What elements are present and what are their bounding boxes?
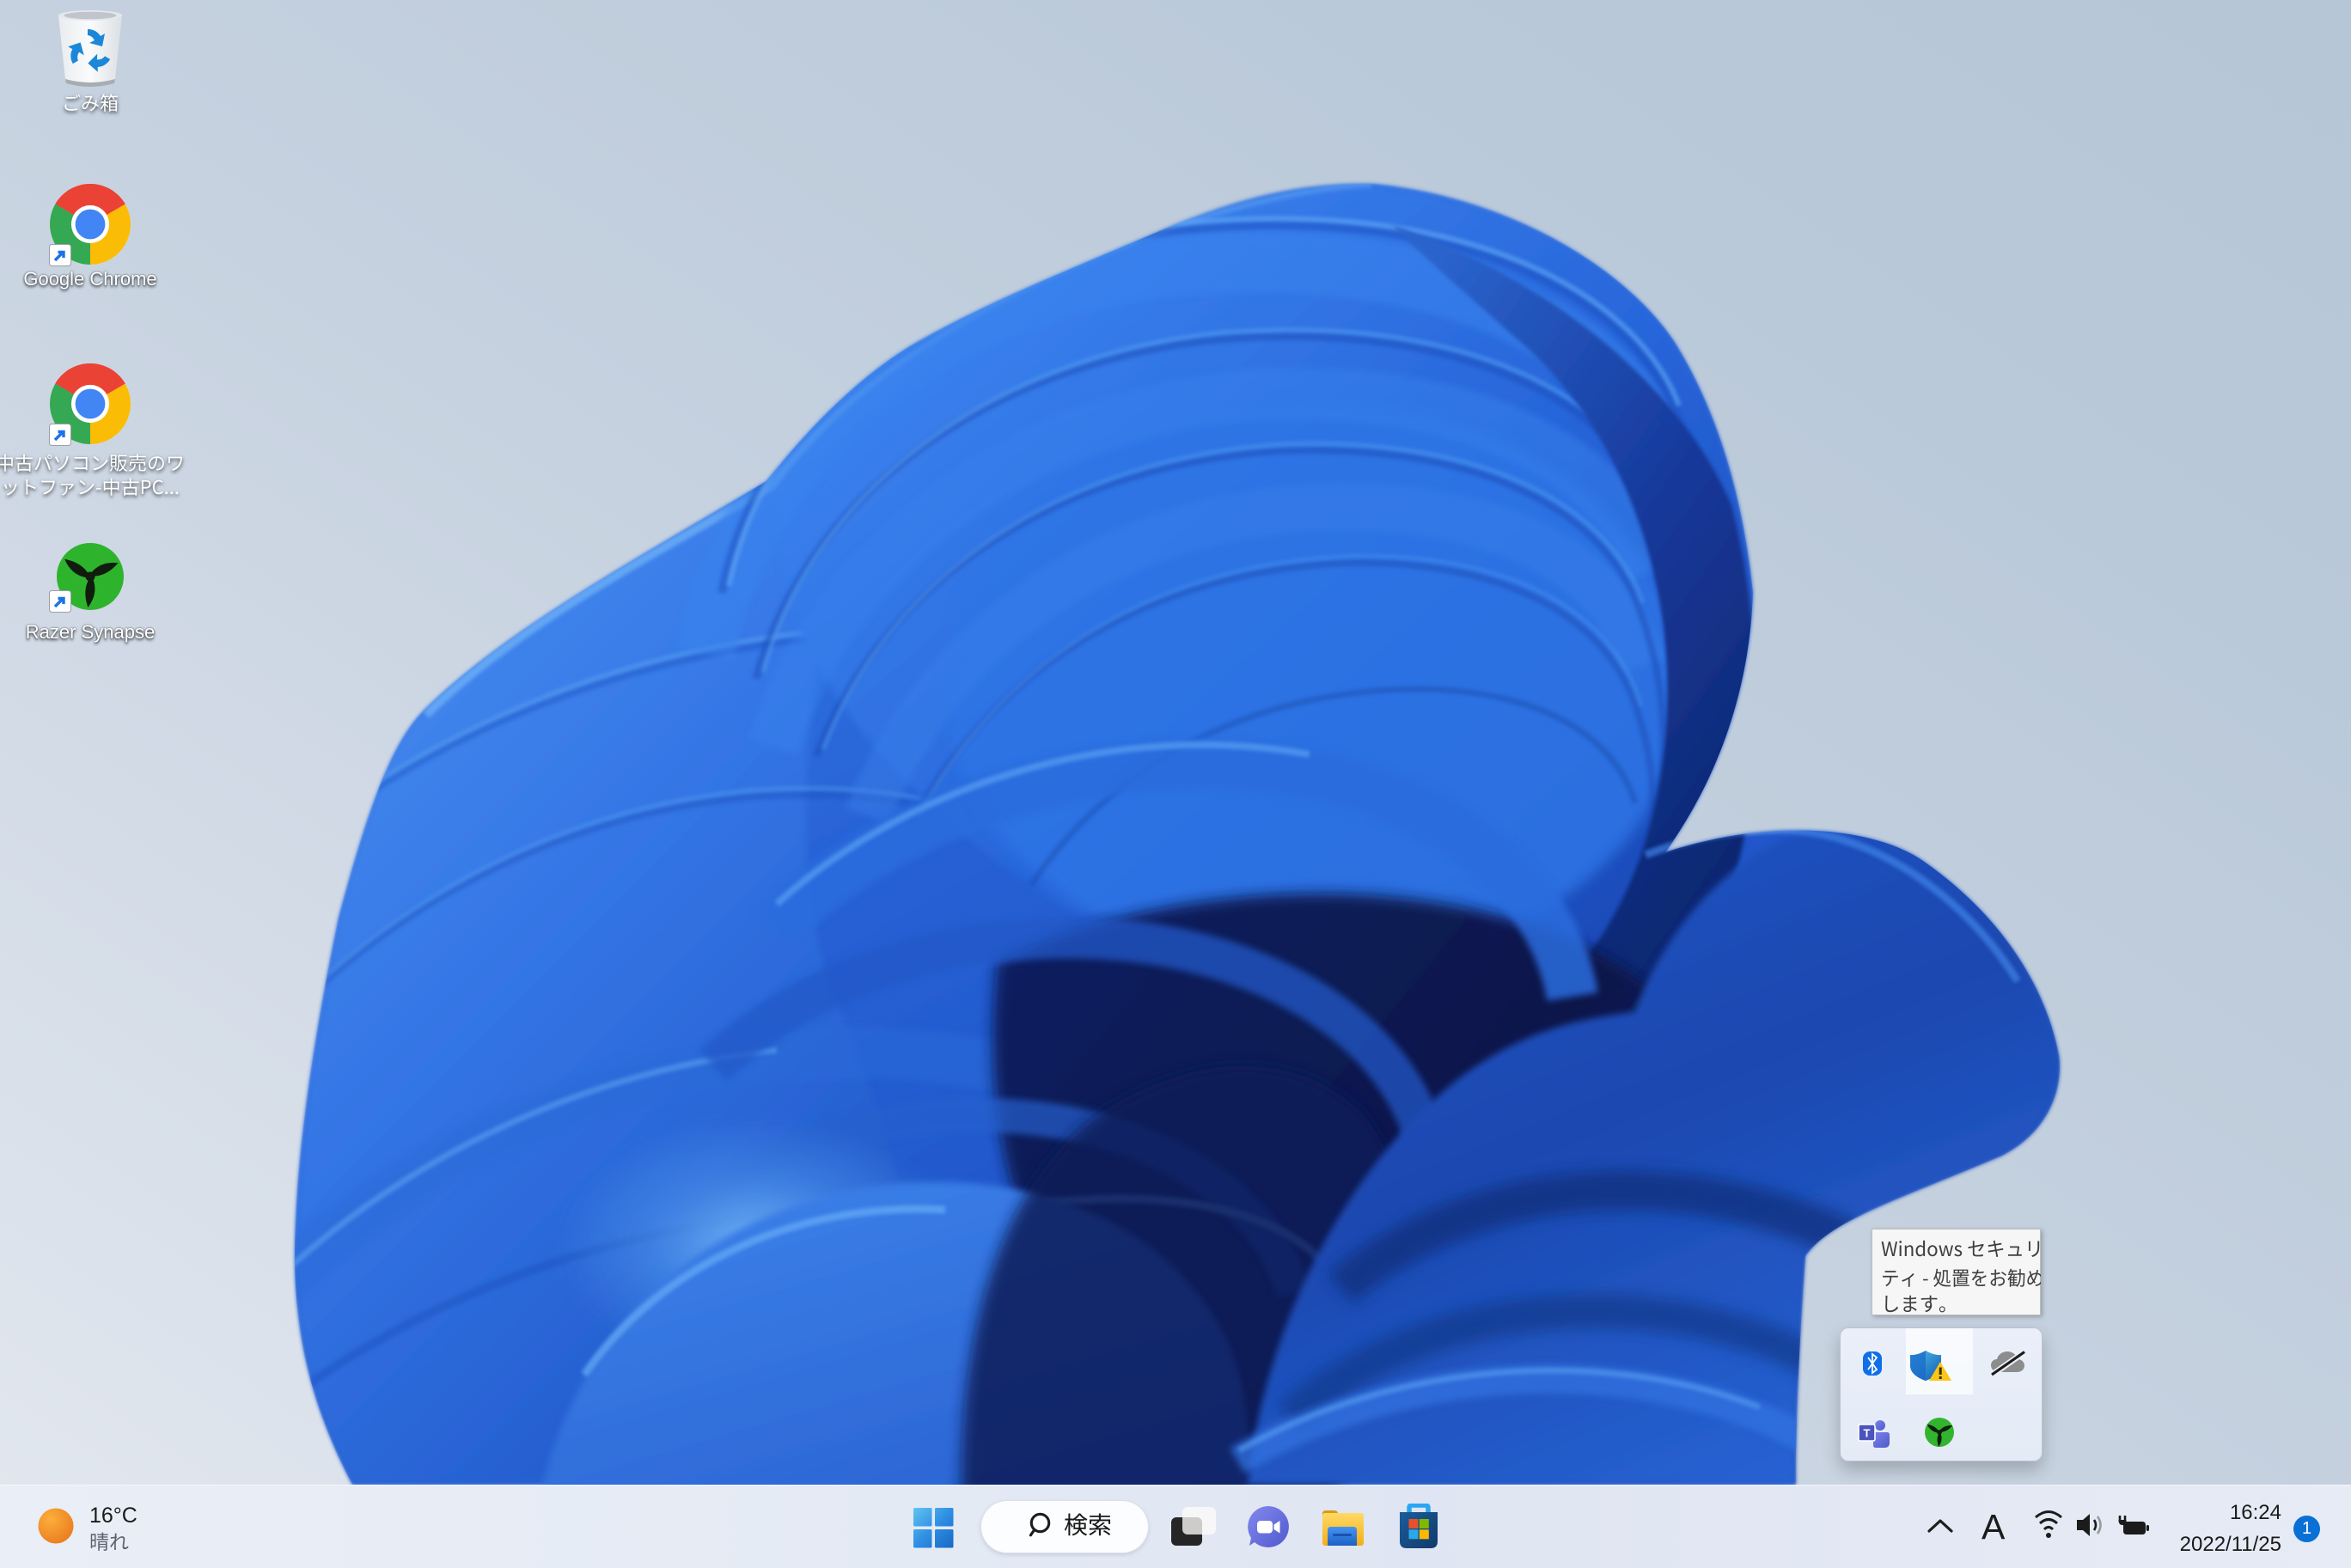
svg-text:T: T (1864, 1427, 1871, 1440)
